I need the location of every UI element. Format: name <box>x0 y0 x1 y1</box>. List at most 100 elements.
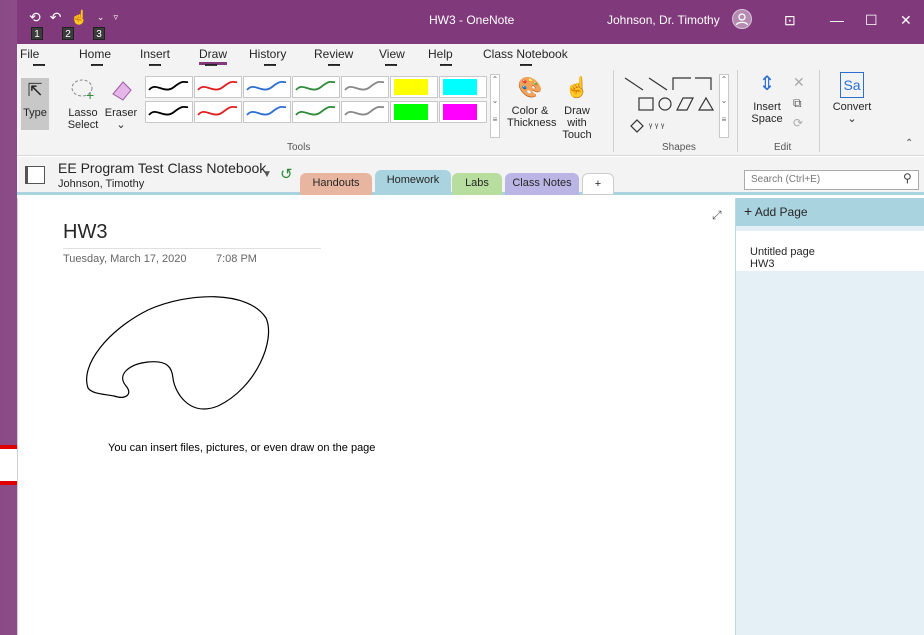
tab-class-notebook[interactable]: Class Notebook <box>483 47 568 61</box>
customize-qat-icon[interactable]: ⌄ <box>97 10 105 24</box>
highlighter-swatch[interactable] <box>439 76 487 98</box>
keytip-1: 1 <box>31 27 43 40</box>
highlighter-swatch[interactable] <box>390 76 438 98</box>
color-thickness-label: Color & Thickness <box>507 105 557 129</box>
notebook-dropdown-icon[interactable]: ▼ <box>262 169 272 180</box>
svg-text:ᵞ ᵞ ᵞ: ᵞ ᵞ ᵞ <box>649 122 665 133</box>
svg-text:+: + <box>86 87 94 102</box>
touch-draw-icon: ☝ <box>564 77 590 99</box>
tab-review[interactable]: Review <box>314 47 353 61</box>
title-underline <box>63 248 321 249</box>
arrange-icon[interactable]: ⧉ <box>793 96 802 111</box>
add-page-label: Add Page <box>754 205 808 219</box>
convert-dropdown-icon[interactable]: ⌄ <box>847 113 856 125</box>
maximize-button[interactable]: ☐ <box>865 12 878 29</box>
search-input[interactable]: Search (Ctrl+E) <box>744 170 919 190</box>
pen-swatch[interactable] <box>341 76 389 98</box>
palette-icon: 🎨 <box>517 77 543 99</box>
shapes-scroll-down-icon[interactable]: ⌄ <box>720 96 728 105</box>
page-note-text[interactable]: You can insert files, pictures, or even … <box>108 442 375 454</box>
eraser-button[interactable]: Eraser ⌄ <box>103 78 139 140</box>
section-tab-homework[interactable]: Homework <box>375 170 451 195</box>
pen-swatch[interactable] <box>341 101 389 123</box>
insert-space-button[interactable]: ⇕ Insert Space <box>745 72 789 134</box>
avatar[interactable] <box>732 9 752 29</box>
account-name[interactable]: Johnson, Dr. Timothy <box>607 13 720 27</box>
tab-view[interactable]: View <box>379 47 405 61</box>
group-separator <box>819 70 820 152</box>
pen-swatch[interactable] <box>243 101 291 123</box>
onenote-window: ⟲ ↶ ☝ ⌄ ▿ 1 2 3 HW3 - OneNote Johnson, D… <box>17 0 924 635</box>
tab-draw[interactable]: Draw <box>199 47 228 65</box>
minimize-button[interactable]: — <box>830 12 844 28</box>
section-tab-labs[interactable]: Labs <box>452 173 502 195</box>
edit-group-label: Edit <box>774 142 792 153</box>
shapes-group-label: Shapes <box>662 142 696 153</box>
section-tab-class-notes[interactable]: Class Notes <box>505 173 579 195</box>
scroll-up-icon[interactable]: ⌃ <box>491 75 499 84</box>
delete-icon[interactable]: ✕ <box>793 74 805 91</box>
group-separator <box>613 70 614 152</box>
gallery-more-icon[interactable]: ≡ <box>491 115 499 124</box>
undo-icon[interactable]: ↶ <box>50 10 62 24</box>
pen-swatch[interactable] <box>194 101 242 123</box>
type-button[interactable]: ⇱ Type <box>21 78 49 130</box>
scroll-down-icon[interactable]: ⌄ <box>491 96 499 105</box>
convert-button[interactable]: Sa Convert ⌄ <box>827 72 877 134</box>
add-section-button[interactable]: + <box>582 173 614 195</box>
shapes-scrollbar[interactable]: ⌃ ⌄ ≡ <box>719 74 729 138</box>
page-list-item-untitled[interactable]: Untitled page <box>750 246 815 258</box>
eraser-icon <box>103 78 139 104</box>
page-list-pane: + Add Page Untitled page HW3 <box>735 198 924 635</box>
tools-group-label: Tools <box>287 142 311 153</box>
draw-with-touch-label: Draw with Touch <box>562 105 592 141</box>
notebook-bar: EE Program Test Class Notebook Johnson, … <box>17 157 924 195</box>
sync-icon[interactable]: ↺ <box>280 165 293 183</box>
expand-icon[interactable]: ⤢ <box>712 208 722 223</box>
draw-with-touch-button[interactable]: ☝ Draw with Touch <box>554 76 600 141</box>
tab-home[interactable]: Home <box>79 47 111 61</box>
insert-space-icon: ⇕ <box>758 73 776 95</box>
shapes-gallery[interactable]: ᵞ ᵞ ᵞ <box>621 74 731 138</box>
search-icon[interactable]: ⚲ <box>903 171 912 185</box>
keytip-3: 3 <box>93 27 105 40</box>
pen-swatch[interactable] <box>292 76 340 98</box>
collapse-ribbon-icon[interactable]: ⌃ <box>905 138 913 149</box>
eraser-dropdown-icon[interactable]: ⌄ <box>116 119 125 131</box>
group-separator <box>737 70 738 152</box>
pen-swatch[interactable] <box>145 101 193 123</box>
highlighter-swatch[interactable] <box>439 101 487 123</box>
shapes-scroll-up-icon[interactable]: ⌃ <box>720 75 728 84</box>
color-thickness-button[interactable]: 🎨 Color & Thickness <box>507 76 557 138</box>
page-date: Tuesday, March 17, 2020 <box>63 253 187 265</box>
ribbon-display-options-button[interactable]: ⊡ <box>784 12 796 29</box>
tab-help[interactable]: Help <box>428 47 453 61</box>
back-icon[interactable]: ⟲ <box>29 10 41 24</box>
highlighter-swatch[interactable] <box>390 101 438 123</box>
page-title[interactable]: HW3 <box>63 221 107 244</box>
page-canvas[interactable]: ⤢ HW3 Tuesday, March 17, 2020 7:08 PM Yo… <box>17 198 735 635</box>
page-list-item-hw3[interactable]: HW3 <box>750 258 774 270</box>
section-tab-handouts[interactable]: Handouts <box>300 173 372 195</box>
tab-file[interactable]: File <box>20 47 39 61</box>
tab-history[interactable]: History <box>249 47 286 61</box>
pen-swatch[interactable] <box>145 76 193 98</box>
pen-swatch[interactable] <box>292 101 340 123</box>
shapes-more-icon[interactable]: ≡ <box>720 115 728 124</box>
notebook-icon[interactable] <box>25 166 45 184</box>
eraser-label: Eraser <box>104 107 138 119</box>
pen-swatch[interactable] <box>243 76 291 98</box>
add-page-button[interactable]: + Add Page <box>736 198 924 226</box>
rotate-icon[interactable]: ⟳ <box>793 116 803 130</box>
close-button[interactable]: ✕ <box>900 12 912 29</box>
ink-drawing[interactable] <box>78 290 278 420</box>
pen-swatch[interactable] <box>194 76 242 98</box>
pen-gallery-scrollbar[interactable]: ⌃ ⌄ ≡ <box>490 74 500 138</box>
lasso-select-button[interactable]: + Lasso Select <box>65 78 101 140</box>
qat-dropdown-icon[interactable]: ▿ <box>113 10 118 24</box>
touch-mode-icon[interactable]: ☝ <box>70 10 87 24</box>
tab-insert[interactable]: Insert <box>140 47 170 61</box>
quick-access-toolbar: ⟲ ↶ ☝ ⌄ ▿ <box>29 10 118 24</box>
page-time: 7:08 PM <box>216 253 257 265</box>
notebook-name[interactable]: EE Program Test Class Notebook <box>58 160 266 176</box>
